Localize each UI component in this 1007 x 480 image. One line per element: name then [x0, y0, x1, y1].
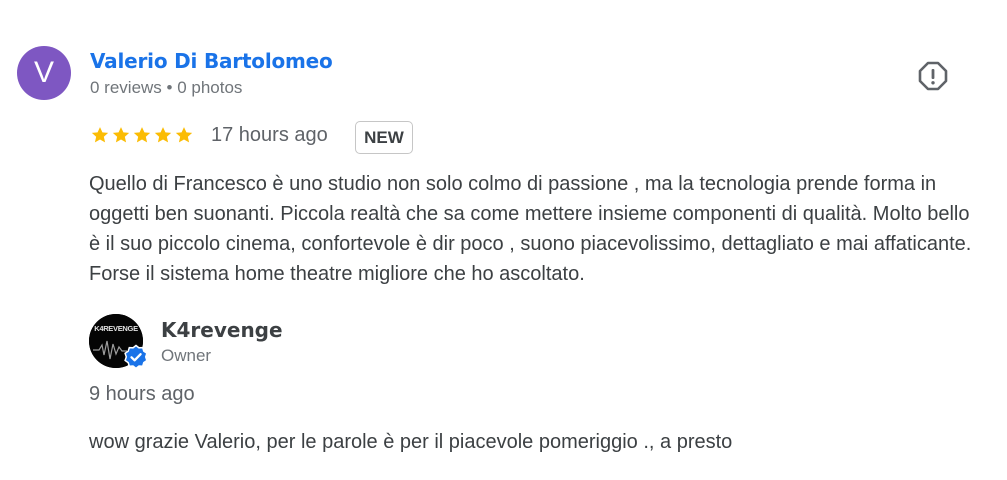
star-icon: [133, 127, 151, 143]
svg-text:K4REVENGE: K4REVENGE: [94, 324, 138, 333]
reply-timestamp: 9 hours ago: [89, 383, 195, 405]
reviewer-initial: V: [33, 56, 54, 89]
review-timestamp: 17 hours ago: [211, 124, 328, 146]
new-badge: NEW: [355, 121, 413, 154]
owner-name: K4revenge: [161, 318, 283, 342]
star-rating: [90, 125, 194, 145]
reviewer-avatar[interactable]: V: [17, 46, 71, 100]
owner-role-label: Owner: [161, 346, 212, 365]
star-icon: [154, 127, 172, 143]
verified-check-icon: [124, 344, 148, 370]
review-text: Quello di Francesco è uno studio non sol…: [89, 173, 972, 285]
reviewer-name-link[interactable]: Valerio Di Bartolomeo: [90, 49, 333, 73]
star-icon: [91, 127, 109, 143]
reviewer-stats: 0 reviews • 0 photos: [90, 78, 243, 97]
star-icon: [175, 127, 193, 143]
reply-text: wow grazie Valerio, per le parole è per …: [89, 431, 733, 453]
report-flag-icon[interactable]: [918, 61, 948, 91]
star-icon: [112, 127, 130, 143]
